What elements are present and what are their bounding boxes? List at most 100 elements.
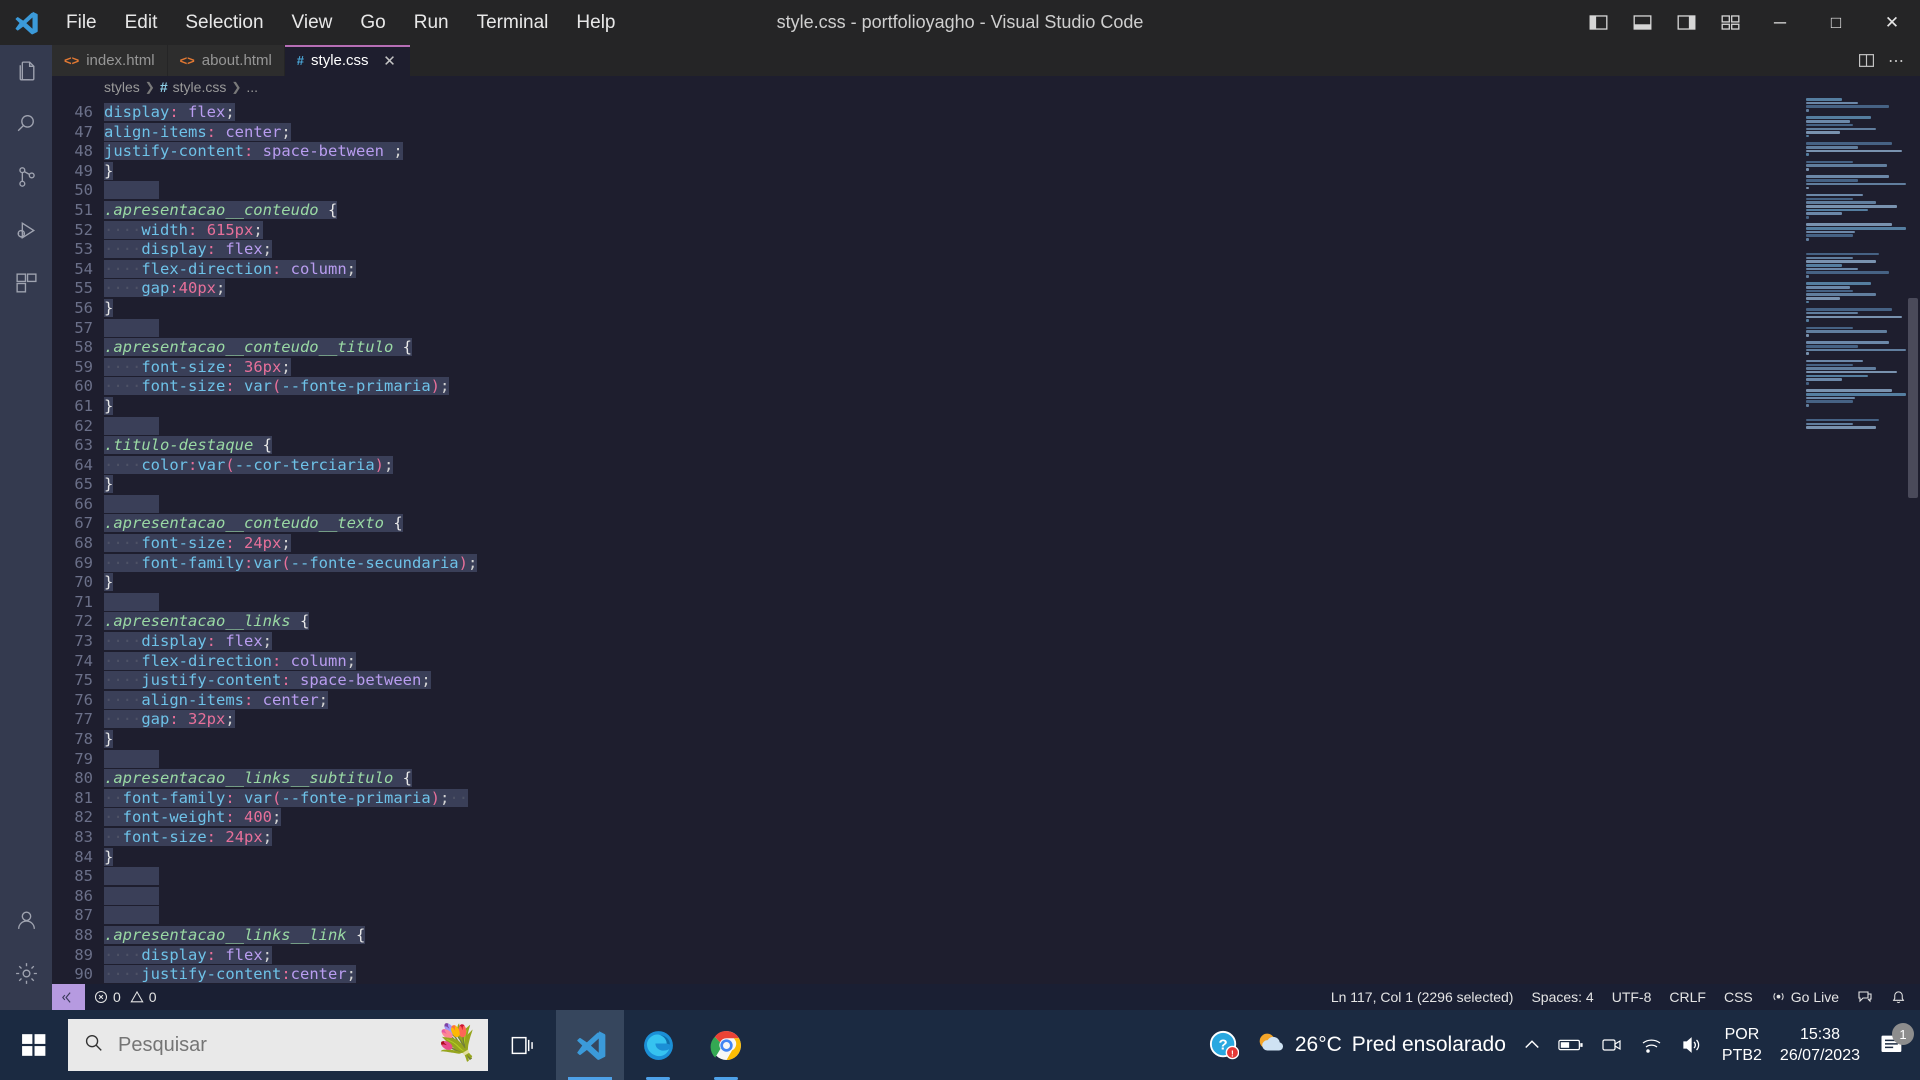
menu-selection[interactable]: Selection: [171, 8, 277, 38]
help-notification-icon[interactable]: ?!: [1201, 1030, 1247, 1060]
code-line[interactable]: ··font-weight: 400;: [104, 808, 1920, 828]
clock[interactable]: 15:38 26/07/2023: [1772, 1024, 1868, 1066]
language-mode[interactable]: CSS: [1715, 984, 1762, 1010]
chrome-icon[interactable]: [692, 1010, 760, 1080]
menu-file[interactable]: File: [52, 8, 111, 38]
code-line[interactable]: }: [104, 730, 1920, 750]
feedback-icon[interactable]: [1848, 984, 1882, 1010]
code-line[interactable]: ····font-size: var(--fonte-primaria);: [104, 377, 1920, 397]
code-line[interactable]: .apresentacao__conteudo__texto {: [104, 514, 1920, 534]
extensions-icon[interactable]: [0, 257, 52, 310]
explorer-icon[interactable]: [0, 45, 52, 98]
code-line[interactable]: .apresentacao__conteudo {: [104, 200, 1920, 221]
bell-icon[interactable]: [1882, 984, 1920, 1010]
toggle-panel-icon[interactable]: [1620, 0, 1664, 45]
go-live-button[interactable]: Go Live: [1762, 984, 1848, 1010]
code-editor[interactable]: 46 47 48 49 50 51 52 53 54 55 56 57 58 59 60 61 62 63 64 65…: [52, 98, 1920, 984]
search-input[interactable]: [118, 1033, 474, 1057]
source-control-icon[interactable]: [0, 151, 52, 204]
show-hidden-icons-button[interactable]: [1514, 1035, 1550, 1055]
code-line[interactable]: [104, 416, 1920, 437]
camera-icon[interactable]: [1592, 1033, 1632, 1057]
breadcrumb-symbol[interactable]: ...: [246, 79, 258, 95]
code-line[interactable]: .apresentacao__links__subtitulo {: [104, 769, 1920, 789]
menu-go[interactable]: Go: [346, 8, 399, 38]
run-debug-icon[interactable]: [0, 204, 52, 257]
code-line[interactable]: [104, 318, 1920, 339]
code-line[interactable]: [104, 494, 1920, 515]
tab-index-html[interactable]: <> index.html: [52, 45, 168, 76]
code-line[interactable]: ····flex-direction: column;: [104, 259, 1920, 280]
edge-icon[interactable]: [624, 1010, 692, 1080]
tab-style-css[interactable]: # style.css ✕: [284, 45, 411, 76]
code-line[interactable]: [104, 181, 1920, 201]
code-line[interactable]: ····width: 615px;: [104, 220, 1920, 241]
code-line[interactable]: align-items: center;: [104, 122, 1920, 143]
encoding-setting[interactable]: UTF-8: [1603, 984, 1661, 1010]
code-line[interactable]: ··font-family: var(--fonte-primaria);··: [104, 788, 1920, 809]
code-line[interactable]: ····align-items: center;: [104, 690, 1920, 711]
code-line[interactable]: display: flex;: [104, 103, 1920, 123]
cursor-position[interactable]: Ln 117, Col 1 (2296 selected): [1322, 984, 1523, 1010]
code-line[interactable]: ····flex-direction: column;: [104, 651, 1920, 672]
accounts-icon[interactable]: [0, 894, 52, 947]
code-line[interactable]: ····gap: 32px;: [104, 710, 1920, 730]
code-line[interactable]: .apresentacao__links {: [104, 612, 1920, 632]
code-line[interactable]: ····gap:40px;: [104, 279, 1920, 299]
code-line[interactable]: [104, 867, 1920, 887]
problems-status[interactable]: 0 0: [85, 984, 166, 1010]
eol-setting[interactable]: CRLF: [1660, 984, 1715, 1010]
code-line[interactable]: ····font-family:var(--fonte-secundaria);: [104, 553, 1920, 574]
code-line[interactable]: [104, 749, 1920, 770]
code-line[interactable]: }: [104, 298, 1920, 319]
vscode-icon[interactable]: [556, 1010, 624, 1080]
code-line[interactable]: ····justify-content: space-between;: [104, 671, 1920, 691]
code-line[interactable]: ····font-size: 24px;: [104, 534, 1920, 554]
toggle-secondary-sidebar-icon[interactable]: [1664, 0, 1708, 45]
code-line[interactable]: }: [104, 573, 1920, 593]
code-line[interactable]: ····justify-content:center;: [104, 965, 1920, 984]
remote-host-button[interactable]: [52, 984, 85, 1010]
code-line[interactable]: }: [104, 847, 1920, 868]
code-line[interactable]: [104, 906, 1920, 926]
code-line[interactable]: ··font-size: 24px;: [104, 827, 1920, 848]
breadcrumb-file[interactable]: style.css: [173, 79, 227, 95]
menu-edit[interactable]: Edit: [111, 8, 172, 38]
code-line[interactable]: }: [104, 161, 1920, 182]
code-line[interactable]: ····display: flex;: [104, 632, 1920, 652]
more-actions-icon[interactable]: ⋯: [1882, 45, 1910, 76]
split-editor-icon[interactable]: [1852, 45, 1880, 76]
code-line[interactable]: .apresentacao__links__link {: [104, 925, 1920, 946]
editor-scrollbar[interactable]: [1906, 98, 1920, 984]
code-line[interactable]: justify-content: space-between ;: [104, 142, 1920, 162]
code-line[interactable]: }: [104, 396, 1920, 417]
taskbar-search[interactable]: 💐: [68, 1019, 488, 1071]
notification-center-button[interactable]: 1: [1868, 1023, 1920, 1059]
minimap[interactable]: [1806, 98, 1906, 429]
volume-icon[interactable]: [1672, 1033, 1712, 1057]
wifi-icon[interactable]: [1632, 1033, 1672, 1057]
menu-run[interactable]: Run: [400, 8, 463, 38]
menu-terminal[interactable]: Terminal: [463, 8, 563, 38]
menu-help[interactable]: Help: [562, 8, 629, 38]
customize-layout-icon[interactable]: [1708, 0, 1752, 45]
breadcrumb-folder[interactable]: styles: [104, 79, 140, 95]
task-view-icon[interactable]: [488, 1010, 556, 1080]
code-line[interactable]: [104, 592, 1920, 613]
scrollbar-thumb[interactable]: [1908, 298, 1918, 498]
code-line[interactable]: ····display: flex;: [104, 945, 1920, 966]
search-icon[interactable]: [0, 98, 52, 151]
code-line[interactable]: ····color:var(--cor-terciaria);: [104, 455, 1920, 476]
tab-about-html[interactable]: <> about.html: [167, 45, 285, 76]
toggle-primary-sidebar-icon[interactable]: [1576, 0, 1620, 45]
code-line[interactable]: .titulo-destaque {: [104, 436, 1920, 456]
code-line[interactable]: }: [104, 475, 1920, 495]
battery-icon[interactable]: [1550, 1032, 1592, 1058]
code-line[interactable]: ····display: flex;: [104, 240, 1920, 260]
indentation-setting[interactable]: Spaces: 4: [1522, 984, 1602, 1010]
code-line[interactable]: [104, 886, 1920, 907]
menu-view[interactable]: View: [278, 8, 347, 38]
weather-widget[interactable]: 26°C Pred ensolarado: [1247, 1028, 1514, 1063]
close-button[interactable]: ✕: [1864, 0, 1920, 45]
settings-gear-icon[interactable]: [0, 947, 52, 1000]
